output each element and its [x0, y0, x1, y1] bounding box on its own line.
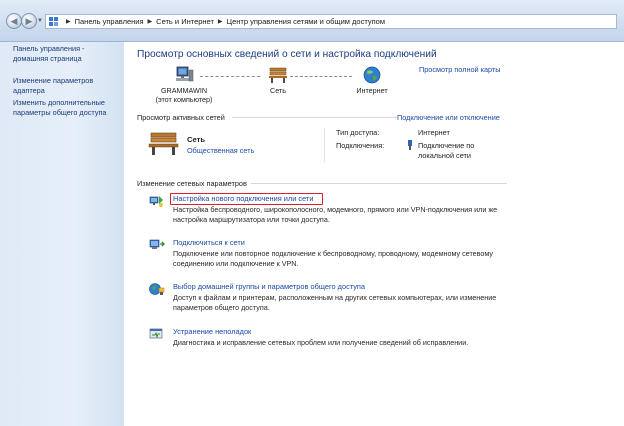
- computer-name: GRAMMAWIN: [160, 86, 208, 95]
- address-bar[interactable]: ▶ Панель управления ▶ Сеть и Интернет ▶ …: [45, 14, 617, 29]
- map-link-line: [200, 76, 260, 77]
- troubleshoot-link[interactable]: Устранение неполадок: [173, 327, 251, 336]
- new-connection-desc: Настройка беспроводного, широкополосного…: [173, 205, 498, 224]
- main-content: Просмотр основных сведений о сети и наст…: [124, 42, 624, 426]
- computer-sub: (этот компьютер): [155, 95, 213, 104]
- highlight-box: [170, 193, 323, 205]
- new-connection-icon: [149, 196, 163, 207]
- computer-icon: [176, 66, 194, 82]
- network-label: Сеть: [270, 86, 286, 95]
- map-node-internet[interactable]: Интернет: [350, 66, 394, 95]
- sidebar-item-adapter-settings[interactable]: Изменение параметров адаптера: [13, 76, 93, 96]
- breadcrumb-control-panel[interactable]: Панель управления: [75, 17, 144, 26]
- forward-arrow-icon[interactable]: ▶: [21, 13, 37, 29]
- page-title: Просмотр основных сведений о сети и наст…: [137, 49, 437, 60]
- breadcrumb-network-internet[interactable]: Сеть и Интернет: [156, 17, 214, 26]
- chevron-right-icon[interactable]: ▶: [66, 18, 71, 25]
- map-node-computer[interactable]: GRAMMAWIN (этот компьютер): [154, 66, 214, 104]
- troubleshoot-icon: [149, 328, 163, 339]
- address-toolbar: ◀ ▶ ▼ ▶ Панель управления ▶ Сеть и Интер…: [0, 0, 624, 42]
- connect-network-link[interactable]: Подключиться к сети: [173, 238, 245, 247]
- history-dropdown-icon[interactable]: ▼: [37, 18, 43, 24]
- map-link-line: [290, 76, 352, 77]
- chevron-right-icon[interactable]: ▶: [148, 18, 153, 25]
- map-node-network[interactable]: Сеть: [260, 66, 296, 95]
- homegroup-desc: Доступ к файлам и принтерам, расположенн…: [173, 293, 497, 312]
- local-connection-link[interactable]: Подключение по локальной сети: [418, 141, 474, 160]
- divider: [324, 128, 325, 162]
- divider: [251, 183, 507, 184]
- active-network-name: Сеть: [187, 135, 205, 144]
- bench-network-icon: [148, 132, 179, 155]
- troubleshoot-desc: Диагностика и исправление сетевых пробле…: [173, 338, 469, 347]
- control-panel-icon: [49, 17, 59, 26]
- divider: [232, 117, 397, 118]
- full-map-link[interactable]: Просмотр полной карты: [419, 65, 501, 74]
- change-settings-heading: Изменение сетевых параметров: [137, 179, 247, 188]
- access-type-label: Тип доступа:: [336, 128, 380, 137]
- homegroup-link[interactable]: Выбор домашней группы и параметров общег…: [173, 282, 365, 291]
- bench-network-icon: [269, 67, 287, 83]
- sidebar-item-control-panel-home[interactable]: Панель управления - домашняя страница: [13, 44, 85, 64]
- back-arrow-icon[interactable]: ◀: [6, 13, 22, 29]
- breadcrumb-network-center[interactable]: Центр управления сетями и общим доступом: [227, 17, 385, 26]
- connect-network-icon: [149, 239, 165, 249]
- chevron-right-icon[interactable]: ▶: [218, 18, 223, 25]
- globe-icon: [363, 66, 381, 84]
- access-type-value: Интернет: [418, 128, 450, 137]
- sidebar-item-advanced-sharing[interactable]: Изменить дополнительные параметры общего…: [13, 98, 106, 118]
- connect-disconnect-link[interactable]: Подключение или отключение: [397, 113, 500, 122]
- homegroup-icon: [149, 283, 165, 295]
- network-map: GRAMMAWIN (этот компьютер) Сеть Интернет: [124, 60, 424, 114]
- network-type-link[interactable]: Общественная сеть: [187, 146, 254, 155]
- internet-label: Интернет: [356, 86, 388, 95]
- connections-label: Подключения:: [336, 141, 385, 150]
- left-task-pane: Панель управления - домашняя страница Из…: [0, 42, 124, 426]
- network-adapter-icon: [408, 140, 412, 150]
- connect-network-desc: Подключение или повторное подключение к …: [173, 249, 494, 268]
- active-networks-heading: Просмотр активных сетей: [137, 113, 225, 122]
